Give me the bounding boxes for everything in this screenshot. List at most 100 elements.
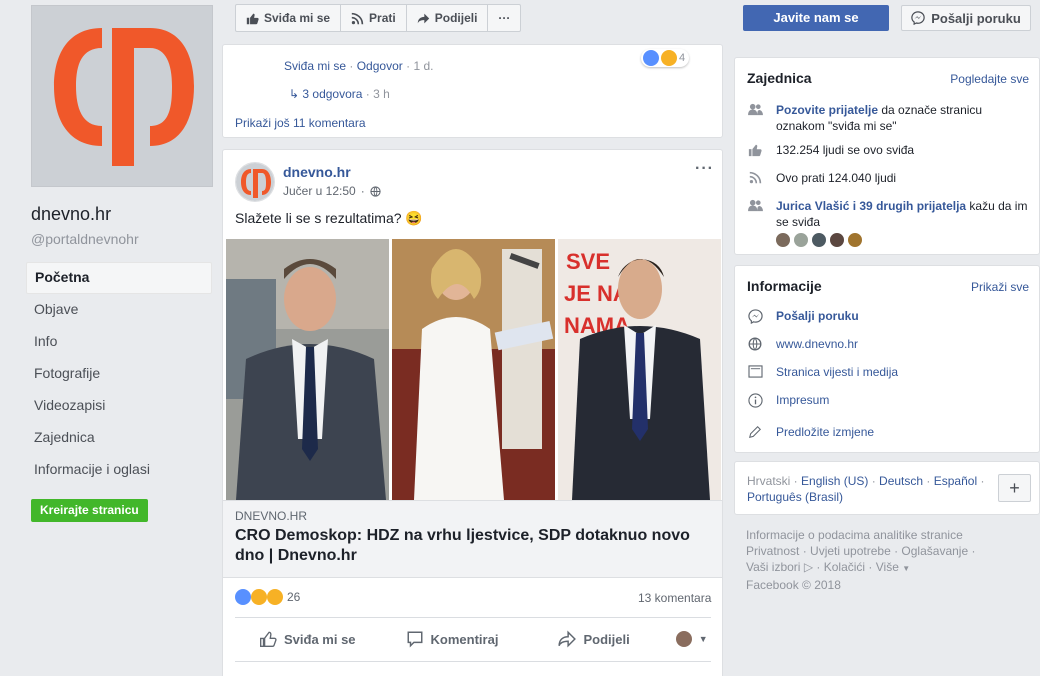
friends-like-link[interactable]: Jurica Vlašić i 39 drugih prijatelja [776,199,966,213]
thumbs-up-icon [246,13,259,24]
info-suggest-row: Predložite izmjene [747,424,1032,440]
info-category-link[interactable]: Stranica vijesti i medija [776,364,898,380]
language-option[interactable]: Português (Brasil) [747,490,843,504]
invite-friends-link[interactable]: Pozovite prijatelje [776,103,878,117]
footer-cookies-link[interactable]: Kolačići [824,560,865,574]
nav-item-community[interactable]: Zajednica [26,422,212,454]
community-see-all[interactable]: Pogledajte sve [950,72,1029,86]
link-title[interactable]: CRO Demoskop: HDZ na vrhu ljestvice, SDP… [235,526,705,566]
info-message-row: Pošalji poruku [747,308,1032,324]
post-as-selector[interactable]: ▼ [675,631,708,647]
previous-post-comments: Sviđa mi se · Odgovor · 1 d. 4 ↳ 3 odgov… [222,44,723,138]
follow-button[interactable]: Prati [341,5,407,31]
replies-link[interactable]: ↳ 3 odgovora · 3 h [289,87,390,101]
post-share-button[interactable]: Podijeli [558,630,630,648]
reply-arrow-icon: ↳ [289,87,300,101]
friends-icon [747,198,763,230]
post-divider [235,617,711,618]
post-comment-label: Komentiraj [430,631,499,647]
likes-row: 132.254 ljudi se ovo sviđa [747,142,1032,158]
like-page-button[interactable]: Sviđa mi se [236,5,342,31]
footer-ads-link[interactable]: Oglašavanje [901,544,968,558]
friends-avatars [775,232,863,248]
adchoices-icon: ▷ [803,560,814,574]
friend-avatar[interactable] [793,232,809,248]
follow-label: Prati [369,11,396,25]
post-options-button[interactable]: ··· [695,160,714,178]
left-nav: Početna Objave Info Fotografije Videozap… [26,262,212,486]
post: dnevno.hr Jučer u 12:50 · ··· Slažete li… [222,149,723,676]
friend-avatar[interactable] [829,232,845,248]
nav-item-posts[interactable]: Objave [26,294,212,326]
post-like-button[interactable]: Sviđa mi se [259,630,356,648]
page-handle[interactable]: @portaldnevnohr [31,231,139,247]
comment-like-link[interactable]: Sviđa mi se [284,59,346,73]
language-option[interactable]: English (US) [801,474,868,488]
nav-item-info-ads[interactable]: Informacije i oglasi [26,454,212,486]
footer-adchoices-link[interactable]: Vaši izbori [746,560,800,574]
language-list: Hrvatski · English (US) · Deutsch · Espa… [747,474,985,504]
create-page-button[interactable]: Kreirajte stranicu [31,499,148,522]
post-comment-button[interactable]: Komentiraj [406,630,499,648]
language-option[interactable]: Español [934,474,977,488]
chevron-down-icon: ▼ [698,634,708,644]
languages-card: Hrvatski · English (US) · Deutsch · Espa… [734,461,1040,515]
haha-reaction-icon [251,589,267,605]
contact-us-button[interactable]: Javite nam se [743,5,889,31]
link-preview[interactable]: DNEVNO.HR CRO Demoskop: HDZ na vrhu ljes… [223,500,722,578]
show-more-comments[interactable]: Prikaži još 11 komentara [235,116,366,130]
info-website-link[interactable]: www.dnevno.hr [776,336,858,352]
share-page-label: Podijeli [434,11,478,25]
comment-reply-link[interactable]: Odgovor [357,59,403,73]
send-message-button[interactable]: Pošalji poruku [901,5,1031,31]
globe-icon[interactable] [370,185,381,197]
friends-like-row: Jurica Vlašić i 39 drugih prijatelja kaž… [747,198,1032,230]
post-share-label: Podijeli [583,631,630,647]
rss-icon [747,170,763,186]
comment-reactions[interactable]: 4 [641,49,690,67]
post-comments-count[interactable]: 13 komentara [638,591,711,605]
information-see-all[interactable]: Prikaži sve [971,280,1029,294]
post-author[interactable]: dnevno.hr [283,164,351,180]
friend-avatar[interactable] [811,232,827,248]
info-impressum-link[interactable]: Impresum [776,392,829,408]
post-divider-bottom [235,661,711,662]
info-send-message-link[interactable]: Pošalji poruku [776,308,859,324]
nav-item-videos[interactable]: Videozapisi [26,390,212,422]
post-time-text[interactable]: Jučer u 12:50 [283,184,356,198]
share-page-button[interactable]: Podijeli [407,5,489,31]
language-option[interactable]: Deutsch [879,474,923,488]
friend-avatar[interactable] [775,232,791,248]
page-profile-picture[interactable] [31,5,213,187]
nav-item-photos[interactable]: Fotografije [26,358,212,390]
info-suggest-link[interactable]: Predložite izmjene [776,424,874,440]
friend-avatar[interactable] [847,232,863,248]
footer-terms-link[interactable]: Uvjeti upotrebe [810,544,891,558]
info-circle-icon [747,392,763,408]
man-with-sign-photo: SVE JE NA NAMA [558,239,721,500]
newspaper-icon [747,364,763,380]
footer-more-link[interactable]: Više [876,560,899,574]
nav-item-info[interactable]: Info [26,326,212,358]
page-name[interactable]: dnevno.hr [31,204,111,225]
sign-line-1: SVE [566,249,610,274]
more-actions-button[interactable]: ··· [488,5,520,31]
info-category-row: Stranica vijesti i medija [747,364,1032,380]
post-image[interactable]: SVE JE NA NAMA [226,239,721,500]
follows-count: Ovo prati 124.040 ljudi [776,171,897,185]
community-card: Zajednica Pogledajte sve Pozovite prijat… [734,57,1040,255]
language-current: Hrvatski [747,474,791,488]
post-action-bar: Sviđa mi se Komentiraj Podijeli ▼ [235,623,711,655]
nav-item-home[interactable]: Početna [26,262,212,294]
share-arrow-icon [558,630,577,648]
sad-reaction-icon [267,589,283,605]
add-language-button[interactable]: + [998,474,1031,502]
follows-row: Ovo prati 124.040 ljudi [747,170,1032,186]
post-reactions[interactable]: 26 [235,589,300,605]
footer-privacy-link[interactable]: Privatnost [746,544,799,558]
post-author-avatar[interactable] [235,162,275,202]
footer-analytics-link[interactable]: Informacije o podacima analitike stranic… [746,528,963,542]
messenger-icon [747,308,763,324]
comment-age: 1 d. [413,59,434,73]
info-website-row: www.dnevno.hr [747,336,1032,352]
